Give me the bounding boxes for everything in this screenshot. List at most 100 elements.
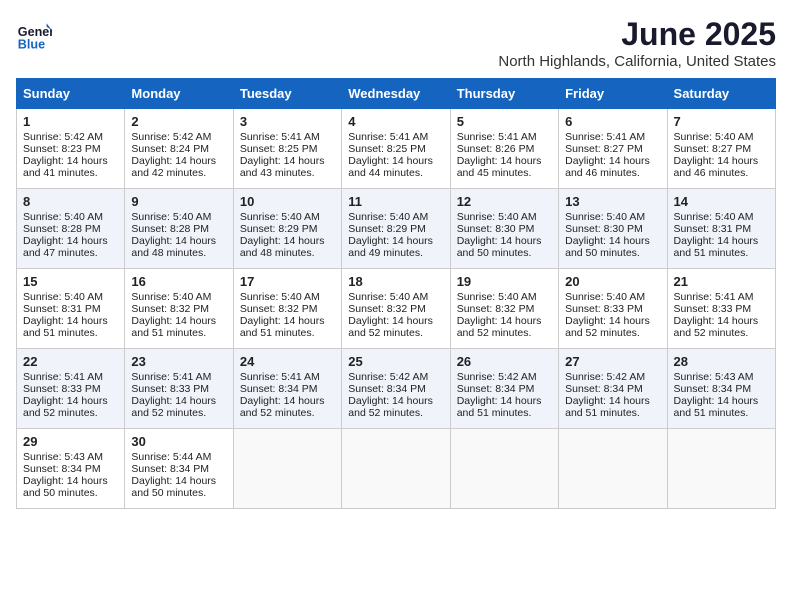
- sunset-label: Sunset: 8:27 PM: [674, 143, 752, 155]
- day-number: 19: [457, 274, 552, 289]
- sunrise-label: Sunrise: 5:43 AM: [23, 451, 103, 463]
- calendar-cell: [559, 429, 667, 509]
- sunrise-label: Sunrise: 5:40 AM: [457, 291, 537, 303]
- daylight-label: Daylight: 14 hours and 52 minutes.: [23, 395, 108, 419]
- day-number: 22: [23, 354, 118, 369]
- day-number: 15: [23, 274, 118, 289]
- daylight-label: Daylight: 14 hours and 42 minutes.: [131, 155, 216, 179]
- calendar-week-4: 22Sunrise: 5:41 AMSunset: 8:33 PMDayligh…: [17, 349, 776, 429]
- calendar-cell: 25Sunrise: 5:42 AMSunset: 8:34 PMDayligh…: [342, 349, 450, 429]
- sunset-label: Sunset: 8:28 PM: [131, 223, 209, 235]
- daylight-label: Daylight: 14 hours and 50 minutes.: [131, 475, 216, 499]
- daylight-label: Daylight: 14 hours and 52 minutes.: [348, 315, 433, 339]
- calendar-header-row: SundayMondayTuesdayWednesdayThursdayFrid…: [17, 79, 776, 109]
- day-number: 5: [457, 114, 552, 129]
- sunset-label: Sunset: 8:32 PM: [240, 303, 318, 315]
- sunrise-label: Sunrise: 5:41 AM: [240, 131, 320, 143]
- calendar-cell: [667, 429, 775, 509]
- calendar-cell: 1Sunrise: 5:42 AMSunset: 8:23 PMDaylight…: [17, 109, 125, 189]
- calendar-body: 1Sunrise: 5:42 AMSunset: 8:23 PMDaylight…: [17, 109, 776, 509]
- daylight-label: Daylight: 14 hours and 44 minutes.: [348, 155, 433, 179]
- day-header-thursday: Thursday: [450, 79, 558, 109]
- daylight-label: Daylight: 14 hours and 52 minutes.: [565, 315, 650, 339]
- daylight-label: Daylight: 14 hours and 50 minutes.: [457, 235, 542, 259]
- sunset-label: Sunset: 8:33 PM: [23, 383, 101, 395]
- sunrise-label: Sunrise: 5:41 AM: [674, 291, 754, 303]
- day-number: 3: [240, 114, 335, 129]
- sunrise-label: Sunrise: 5:42 AM: [348, 371, 428, 383]
- day-header-saturday: Saturday: [667, 79, 775, 109]
- sunset-label: Sunset: 8:33 PM: [674, 303, 752, 315]
- sunrise-label: Sunrise: 5:42 AM: [457, 371, 537, 383]
- day-number: 6: [565, 114, 660, 129]
- calendar-cell: 14Sunrise: 5:40 AMSunset: 8:31 PMDayligh…: [667, 189, 775, 269]
- daylight-label: Daylight: 14 hours and 41 minutes.: [23, 155, 108, 179]
- calendar-week-2: 8Sunrise: 5:40 AMSunset: 8:28 PMDaylight…: [17, 189, 776, 269]
- calendar-cell: [450, 429, 558, 509]
- sunrise-label: Sunrise: 5:40 AM: [674, 211, 754, 223]
- calendar-cell: 15Sunrise: 5:40 AMSunset: 8:31 PMDayligh…: [17, 269, 125, 349]
- daylight-label: Daylight: 14 hours and 50 minutes.: [565, 235, 650, 259]
- calendar-title: June 2025: [498, 16, 776, 53]
- sunset-label: Sunset: 8:32 PM: [131, 303, 209, 315]
- calendar-cell: 4Sunrise: 5:41 AMSunset: 8:25 PMDaylight…: [342, 109, 450, 189]
- day-number: 20: [565, 274, 660, 289]
- daylight-label: Daylight: 14 hours and 46 minutes.: [674, 155, 759, 179]
- sunset-label: Sunset: 8:23 PM: [23, 143, 101, 155]
- calendar-cell: 27Sunrise: 5:42 AMSunset: 8:34 PMDayligh…: [559, 349, 667, 429]
- calendar-cell: 28Sunrise: 5:43 AMSunset: 8:34 PMDayligh…: [667, 349, 775, 429]
- day-number: 2: [131, 114, 226, 129]
- day-header-monday: Monday: [125, 79, 233, 109]
- calendar-cell: 18Sunrise: 5:40 AMSunset: 8:32 PMDayligh…: [342, 269, 450, 349]
- sunset-label: Sunset: 8:28 PM: [23, 223, 101, 235]
- day-number: 1: [23, 114, 118, 129]
- sunset-label: Sunset: 8:25 PM: [348, 143, 426, 155]
- day-number: 26: [457, 354, 552, 369]
- calendar-cell: 13Sunrise: 5:40 AMSunset: 8:30 PMDayligh…: [559, 189, 667, 269]
- calendar-cell: 24Sunrise: 5:41 AMSunset: 8:34 PMDayligh…: [233, 349, 341, 429]
- sunset-label: Sunset: 8:27 PM: [565, 143, 643, 155]
- calendar-week-3: 15Sunrise: 5:40 AMSunset: 8:31 PMDayligh…: [17, 269, 776, 349]
- day-number: 29: [23, 434, 118, 449]
- daylight-label: Daylight: 14 hours and 43 minutes.: [240, 155, 325, 179]
- daylight-label: Daylight: 14 hours and 51 minutes.: [674, 235, 759, 259]
- sunset-label: Sunset: 8:34 PM: [565, 383, 643, 395]
- daylight-label: Daylight: 14 hours and 48 minutes.: [131, 235, 216, 259]
- sunrise-label: Sunrise: 5:40 AM: [457, 211, 537, 223]
- day-number: 23: [131, 354, 226, 369]
- daylight-label: Daylight: 14 hours and 52 minutes.: [348, 395, 433, 419]
- calendar-cell: 26Sunrise: 5:42 AMSunset: 8:34 PMDayligh…: [450, 349, 558, 429]
- calendar-cell: 17Sunrise: 5:40 AMSunset: 8:32 PMDayligh…: [233, 269, 341, 349]
- calendar-cell: 10Sunrise: 5:40 AMSunset: 8:29 PMDayligh…: [233, 189, 341, 269]
- sunrise-label: Sunrise: 5:40 AM: [23, 291, 103, 303]
- calendar-cell: 29Sunrise: 5:43 AMSunset: 8:34 PMDayligh…: [17, 429, 125, 509]
- sunrise-label: Sunrise: 5:41 AM: [240, 371, 320, 383]
- sunrise-label: Sunrise: 5:40 AM: [565, 291, 645, 303]
- sunrise-label: Sunrise: 5:40 AM: [240, 211, 320, 223]
- day-number: 8: [23, 194, 118, 209]
- calendar-cell: [342, 429, 450, 509]
- sunset-label: Sunset: 8:26 PM: [457, 143, 535, 155]
- sunrise-label: Sunrise: 5:42 AM: [565, 371, 645, 383]
- sunset-label: Sunset: 8:31 PM: [674, 223, 752, 235]
- daylight-label: Daylight: 14 hours and 46 minutes.: [565, 155, 650, 179]
- calendar-cell: [233, 429, 341, 509]
- daylight-label: Daylight: 14 hours and 52 minutes.: [131, 395, 216, 419]
- sunrise-label: Sunrise: 5:40 AM: [348, 211, 428, 223]
- sunset-label: Sunset: 8:34 PM: [348, 383, 426, 395]
- daylight-label: Daylight: 14 hours and 51 minutes.: [131, 315, 216, 339]
- calendar-week-1: 1Sunrise: 5:42 AMSunset: 8:23 PMDaylight…: [17, 109, 776, 189]
- sunset-label: Sunset: 8:33 PM: [565, 303, 643, 315]
- sunset-label: Sunset: 8:34 PM: [674, 383, 752, 395]
- svg-text:Blue: Blue: [18, 37, 45, 51]
- day-number: 24: [240, 354, 335, 369]
- daylight-label: Daylight: 14 hours and 48 minutes.: [240, 235, 325, 259]
- sunset-label: Sunset: 8:25 PM: [240, 143, 318, 155]
- sunrise-label: Sunrise: 5:40 AM: [131, 291, 211, 303]
- sunrise-label: Sunrise: 5:41 AM: [457, 131, 537, 143]
- daylight-label: Daylight: 14 hours and 47 minutes.: [23, 235, 108, 259]
- sunset-label: Sunset: 8:32 PM: [457, 303, 535, 315]
- calendar-cell: 8Sunrise: 5:40 AMSunset: 8:28 PMDaylight…: [17, 189, 125, 269]
- daylight-label: Daylight: 14 hours and 50 minutes.: [23, 475, 108, 499]
- sunrise-label: Sunrise: 5:41 AM: [348, 131, 428, 143]
